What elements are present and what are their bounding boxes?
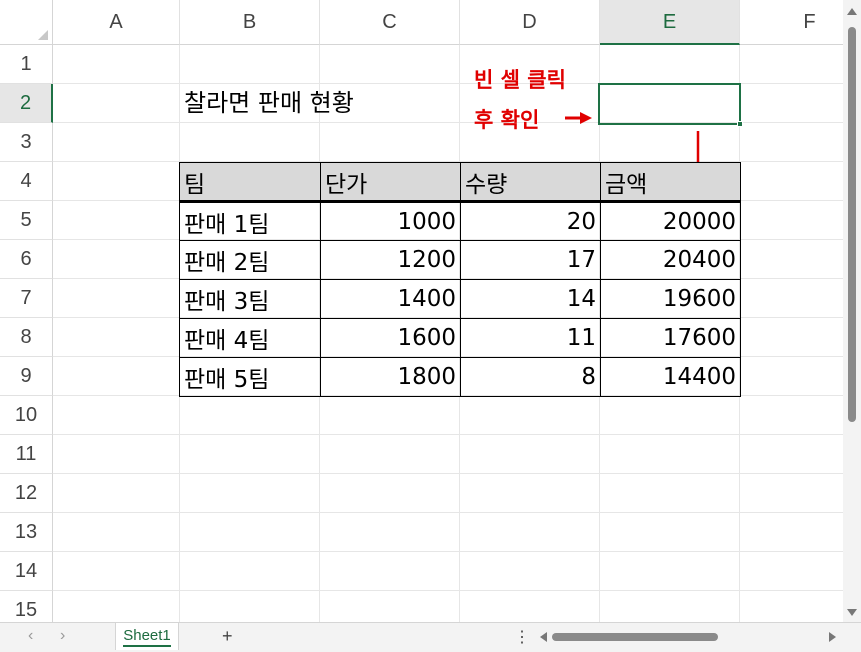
next-sheet-icon[interactable]: › — [60, 627, 65, 645]
arrow-right-icon — [565, 112, 592, 124]
selected-cell-e2[interactable] — [598, 83, 743, 127]
more-options-icon[interactable]: ⋮ — [514, 627, 530, 647]
scroll-up-icon[interactable] — [847, 8, 857, 15]
unit-price-cell[interactable]: 1000 — [320, 201, 461, 241]
amount-cell[interactable]: 20000 — [600, 201, 741, 241]
horizontal-scroll-thumb[interactable] — [552, 633, 718, 641]
fill-handle[interactable] — [737, 121, 743, 127]
scroll-down-icon[interactable] — [847, 609, 857, 616]
team-cell[interactable]: 판매 4팀 — [179, 318, 321, 358]
sales-table: 팀 단가 수량 금액 판매 1팀 1000 20 20000 판매 2팀 120… — [179, 162, 741, 397]
scroll-right-icon[interactable] — [829, 632, 836, 642]
amount-cell[interactable]: 17600 — [600, 318, 741, 358]
quantity-cell[interactable]: 14 — [460, 279, 601, 319]
vertical-scrollbar[interactable] — [843, 0, 861, 622]
unit-price-cell[interactable]: 1400 — [320, 279, 461, 319]
sheet-tab-bar: ‹ › Sheet1 + ⋮ — [0, 622, 861, 652]
scroll-left-icon[interactable] — [540, 632, 547, 642]
add-sheet-button[interactable]: + — [222, 626, 233, 647]
quantity-cell[interactable]: 17 — [460, 240, 601, 280]
header-amount[interactable]: 금액 — [600, 162, 741, 203]
table-row: 판매 4팀 1600 11 17600 — [179, 318, 741, 358]
table-row: 판매 1팀 1000 20 20000 — [179, 201, 741, 241]
unit-price-cell[interactable]: 1200 — [320, 240, 461, 280]
amount-cell[interactable]: 19600 — [600, 279, 741, 319]
quantity-cell[interactable]: 8 — [460, 357, 601, 397]
vertical-scroll-thumb[interactable] — [848, 27, 856, 422]
unit-price-cell[interactable]: 1800 — [320, 357, 461, 397]
team-cell[interactable]: 판매 3팀 — [179, 279, 321, 319]
header-quantity[interactable]: 수량 — [460, 162, 601, 203]
team-cell[interactable]: 판매 5팀 — [179, 357, 321, 397]
table-row: 판매 5팀 1800 8 14400 — [179, 357, 741, 397]
team-cell[interactable]: 판매 2팀 — [179, 240, 321, 280]
quantity-cell[interactable]: 20 — [460, 201, 601, 241]
team-cell[interactable]: 판매 1팀 — [179, 201, 321, 241]
table-row: 판매 3팀 1400 14 19600 — [179, 279, 741, 319]
header-unit-price[interactable]: 단가 — [320, 162, 461, 203]
unit-price-cell[interactable]: 1600 — [320, 318, 461, 358]
quantity-cell[interactable]: 11 — [460, 318, 601, 358]
amount-cell[interactable]: 20400 — [600, 240, 741, 280]
table-row: 판매 2팀 1200 17 20400 — [179, 240, 741, 280]
sheet-tab-sheet1[interactable]: Sheet1 — [115, 623, 179, 650]
amount-cell[interactable]: 14400 — [600, 357, 741, 397]
prev-sheet-icon[interactable]: ‹ — [28, 627, 33, 645]
spreadsheet-grid[interactable]: A B C D E F 1 2 3 4 5 6 7 8 9 10 11 12 1… — [0, 0, 861, 622]
header-team[interactable]: 팀 — [179, 162, 321, 203]
sheet-tab-label: Sheet1 — [123, 627, 171, 647]
table-header-row: 팀 단가 수량 금액 — [179, 162, 741, 203]
